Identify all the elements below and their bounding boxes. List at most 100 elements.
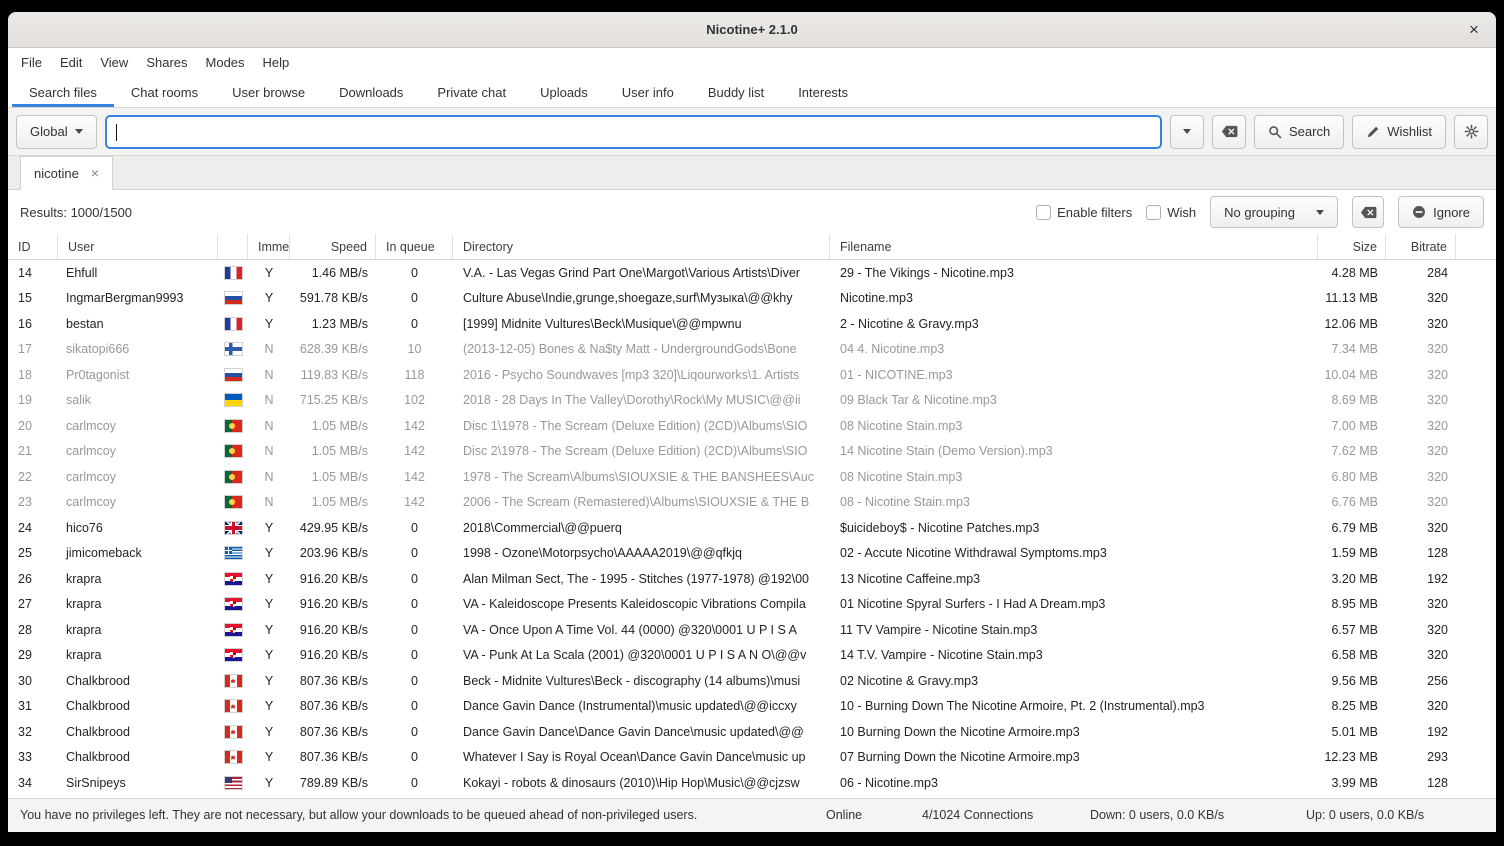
clear-results-button[interactable] [1352,196,1384,228]
table-row[interactable]: 24 hico76 Y 429.95 KB/s 0 2018\Commercia… [8,515,1496,541]
cell-user: krapra [58,643,218,669]
country-flag-icon [225,751,242,763]
table-row[interactable]: 26 krapra Y 916.20 KB/s 0 Alan Milman Se… [8,566,1496,592]
cell-speed: 916.20 KB/s [290,592,376,618]
table-row[interactable]: 14 Ehfull Y 1.46 MB/s 0 V.A. - Las Vegas… [8,260,1496,286]
column-header-in-queue[interactable]: In queue [376,234,453,259]
table-row[interactable]: 25 jimicomeback Y 203.96 KB/s 0 1998 - O… [8,541,1496,567]
menu-edit[interactable]: Edit [51,48,91,78]
column-header-bitrate[interactable]: Bitrate [1386,234,1456,259]
cell-country [218,668,248,694]
table-row[interactable]: 29 krapra Y 916.20 KB/s 0 VA - Punk At L… [8,643,1496,669]
clear-search-button[interactable] [1212,115,1246,149]
table-row[interactable]: 30 Chalkbrood Y 807.36 KB/s 0 Beck - Mid… [8,668,1496,694]
tab-user-browse[interactable]: User browse [215,78,322,107]
settings-button[interactable] [1454,115,1488,149]
column-header-size[interactable]: Size [1318,234,1386,259]
cell-directory: Beck - Midnite Vultures\Beck - discograp… [453,668,830,694]
cell-size: 8.25 MB [1318,694,1386,720]
cell-speed: 916.20 KB/s [290,617,376,643]
column-header-country[interactable] [218,234,248,259]
search-input[interactable] [115,124,1152,139]
country-flag-icon [225,420,242,432]
table-row[interactable]: 23 carlmcoy N 1.05 MB/s 142 2006 - The S… [8,490,1496,516]
enable-filters-option[interactable]: Enable filters [1036,205,1132,220]
column-header-id[interactable]: ID [8,234,58,259]
cell-immediate: Y [248,286,290,312]
table-row[interactable]: 18 Pr0tagonist N 119.83 KB/s 118 2016 - … [8,362,1496,388]
privileges-message: You have no privileges left. They are no… [20,799,697,832]
cell-filler [1456,719,1496,745]
tab-uploads[interactable]: Uploads [523,78,605,107]
table-row[interactable]: 20 carlmcoy N 1.05 MB/s 142 Disc 1\1978 … [8,413,1496,439]
cell-filler [1456,337,1496,363]
cell-in-queue: 0 [376,592,453,618]
titlebar[interactable]: Nicotine+ 2.1.0 × [8,12,1496,48]
tab-interests[interactable]: Interests [781,78,865,107]
column-header-speed[interactable]: Speed [290,234,376,259]
cell-bitrate: 320 [1386,592,1456,618]
grouping-combo[interactable]: No grouping [1210,196,1338,228]
menu-shares[interactable]: Shares [137,48,196,78]
cell-in-queue: 0 [376,515,453,541]
search-history-dropdown-button[interactable] [1170,115,1204,149]
cell-speed: 591.78 KB/s [290,286,376,312]
cell-bitrate: 320 [1386,515,1456,541]
cell-directory: [1999] Midnite Vultures\Beck\Musique\@@m… [453,311,830,337]
wishlist-button[interactable]: Wishlist [1352,115,1446,149]
search-button[interactable]: Search [1254,115,1344,149]
table-row[interactable]: 33 Chalkbrood Y 807.36 KB/s 0 Whatever I… [8,745,1496,771]
wish-option[interactable]: Wish [1146,205,1196,220]
cell-country [218,337,248,363]
cell-in-queue: 0 [376,694,453,720]
window-title: Nicotine+ 2.1.0 [706,22,797,37]
cell-id: 30 [8,668,58,694]
tab-search-files[interactable]: Search files [12,78,114,107]
table-row[interactable]: 22 carlmcoy N 1.05 MB/s 142 1978 - The S… [8,464,1496,490]
menu-view[interactable]: View [91,48,137,78]
menu-file[interactable]: File [12,48,51,78]
ignore-button[interactable]: Ignore [1398,196,1484,228]
close-icon[interactable]: × [91,165,99,181]
menu-help[interactable]: Help [254,48,299,78]
tab-downloads[interactable]: Downloads [322,78,420,107]
column-header-user[interactable]: User [58,234,218,259]
column-header-filename[interactable]: Filename [830,234,1318,259]
column-header-directory[interactable]: Directory [453,234,830,259]
cell-filler [1456,490,1496,516]
country-flag-icon [225,573,242,585]
tab-private-chat[interactable]: Private chat [420,78,523,107]
window-close-icon[interactable]: × [1462,18,1486,42]
menu-modes[interactable]: Modes [197,48,254,78]
table-row[interactable]: 16 bestan Y 1.23 MB/s 0 [1999] Midnite V… [8,311,1496,337]
table-row[interactable]: 27 krapra Y 916.20 KB/s 0 VA - Kaleidosc… [8,592,1496,618]
cell-directory: Dance Gavin Dance (Instrumental)\music u… [453,694,830,720]
table-row[interactable]: 17 sikatopi666 N 628.39 KB/s 10 (2013-12… [8,337,1496,363]
cell-filler [1456,311,1496,337]
tab-chat-rooms[interactable]: Chat rooms [114,78,215,107]
cell-filler [1456,362,1496,388]
cell-id: 31 [8,694,58,720]
result-tab-nicotine[interactable]: nicotine × [20,156,113,190]
cell-bitrate: 192 [1386,566,1456,592]
table-row[interactable]: 31 Chalkbrood Y 807.36 KB/s 0 Dance Gavi… [8,694,1496,720]
wish-checkbox[interactable] [1146,205,1161,220]
table-row[interactable]: 15 IngmarBergman9993 Y 591.78 KB/s 0 Cul… [8,286,1496,312]
cell-filler [1456,668,1496,694]
online-status[interactable]: Online [826,799,862,832]
tab-buddy-list[interactable]: Buddy list [691,78,781,107]
cell-in-queue: 0 [376,719,453,745]
enable-filters-checkbox[interactable] [1036,205,1051,220]
ignore-button-label: Ignore [1433,205,1470,220]
table-row[interactable]: 34 SirSnipeys Y 789.89 KB/s 0 Kokayi - r… [8,770,1496,796]
tab-user-info[interactable]: User info [605,78,691,107]
table-row[interactable]: 21 carlmcoy N 1.05 MB/s 142 Disc 2\1978 … [8,439,1496,465]
column-header-immediate[interactable]: Imme [248,234,290,259]
cell-size: 12.23 MB [1318,745,1386,771]
table-row[interactable]: 19 salik N 715.25 KB/s 102 2018 - 28 Day… [8,388,1496,414]
cell-id: 15 [8,286,58,312]
table-row[interactable]: 28 krapra Y 916.20 KB/s 0 VA - Once Upon… [8,617,1496,643]
table-row[interactable]: 32 Chalkbrood Y 807.36 KB/s 0 Dance Gavi… [8,719,1496,745]
search-scope-combo[interactable]: Global [16,115,97,149]
cell-bitrate: 320 [1386,439,1456,465]
